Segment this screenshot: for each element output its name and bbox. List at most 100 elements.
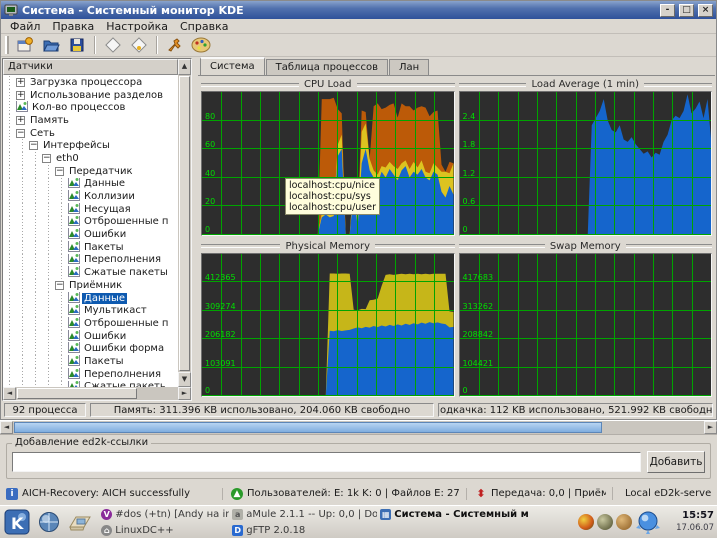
- kmenu-button[interactable]: K: [3, 508, 31, 536]
- tree-item-label[interactable]: Интерфейсы: [41, 140, 112, 151]
- tree-item[interactable]: −Приёмник: [3, 279, 178, 292]
- add-link-button[interactable]: Добавить: [647, 451, 705, 473]
- maximize-button[interactable]: □: [679, 4, 694, 17]
- scroll-down-arrow-icon[interactable]: ▼: [178, 372, 191, 387]
- task-linuxdc[interactable]: ⌂ LinuxDC++: [98, 522, 229, 538]
- tree-item[interactable]: +Память: [3, 114, 178, 127]
- tree-item[interactable]: Пакеты: [3, 241, 178, 254]
- expand-icon[interactable]: +: [16, 116, 25, 125]
- tree-item[interactable]: Переполнения: [3, 368, 178, 381]
- tree-item[interactable]: Ошибки форма: [3, 342, 178, 355]
- menu-edit[interactable]: Правка: [47, 20, 99, 33]
- tree-item-label[interactable]: Несущая: [82, 204, 133, 215]
- tree-item-label[interactable]: Кол-во процессов: [30, 102, 127, 113]
- info-icon[interactable]: i: [6, 488, 18, 500]
- ed2k-link-input[interactable]: [12, 452, 641, 472]
- collapse-icon[interactable]: −: [29, 141, 38, 150]
- open-button[interactable]: [39, 35, 63, 56]
- tree-item-label[interactable]: Переполнения: [82, 369, 163, 380]
- save-button[interactable]: [65, 35, 89, 56]
- toolbar-handle[interactable]: [5, 36, 9, 54]
- style-button[interactable]: [189, 35, 213, 56]
- tray-icon-ball[interactable]: [578, 514, 594, 530]
- vertical-scrollbar[interactable]: ▼: [178, 75, 191, 387]
- tab-process-table[interactable]: Таблица процессов: [266, 59, 388, 75]
- tree-item-label[interactable]: Ошибки: [82, 331, 128, 342]
- tree-item-label[interactable]: Пакеты: [82, 242, 126, 253]
- tree-item-label[interactable]: Сеть: [28, 128, 57, 139]
- tree-item-label[interactable]: Ошибки: [82, 229, 128, 240]
- menu-help[interactable]: Справка: [175, 20, 233, 33]
- amule-horizontal-scrollbar[interactable]: ◄ ►: [0, 421, 717, 435]
- tray-icon-kde-large[interactable]: [635, 509, 661, 535]
- tab-system[interactable]: Система: [200, 57, 265, 75]
- close-button[interactable]: ×: [698, 4, 713, 17]
- tree-item[interactable]: Отброшенные п: [3, 317, 178, 330]
- scrollbar-thumb[interactable]: [14, 422, 602, 433]
- tree-item[interactable]: +Загрузка процессора: [3, 76, 178, 89]
- tree-item[interactable]: +Использование разделов: [3, 89, 178, 102]
- scroll-left-arrow-icon[interactable]: ◄: [0, 421, 13, 434]
- tree-item-label[interactable]: Ошибки форма: [82, 343, 166, 354]
- tree-item-label[interactable]: Отброшенные п: [82, 216, 170, 227]
- expand-icon[interactable]: +: [16, 78, 25, 87]
- tree-item[interactable]: Переполнения: [3, 254, 178, 267]
- tree-item[interactable]: Кол-во процессов: [3, 101, 178, 114]
- physical-memory-chart[interactable]: 0103091206182309274412365: [201, 253, 455, 398]
- tree-item-label[interactable]: Сжатые пакеты: [82, 267, 170, 278]
- scrollbar-thumb[interactable]: [17, 388, 137, 399]
- tree-item[interactable]: Данные: [3, 292, 178, 305]
- collapse-icon[interactable]: −: [55, 167, 64, 176]
- tree-item-label[interactable]: Передатчик: [67, 166, 135, 177]
- task-gftp[interactable]: D gFTP 2.0.18: [229, 522, 377, 538]
- scrollbar-thumb[interactable]: [179, 76, 190, 371]
- worksheet-cell-button[interactable]: [101, 35, 125, 56]
- tree-item-label[interactable]: Переполнения: [82, 254, 163, 265]
- tree-item[interactable]: Ошибки: [3, 228, 178, 241]
- tree-item[interactable]: −eth0: [3, 152, 178, 165]
- tree-item-label[interactable]: Коллизии: [82, 191, 137, 202]
- tree-item-label[interactable]: Данные: [82, 293, 127, 304]
- new-worksheet-button[interactable]: [13, 35, 37, 56]
- load-average-chart[interactable]: 00.61.21.82.4: [459, 91, 713, 236]
- browser-launcher[interactable]: [35, 508, 63, 536]
- tree-item-label[interactable]: Загрузка процессора: [28, 77, 144, 88]
- tree-item[interactable]: Коллизии: [3, 190, 178, 203]
- tray-icon-penguin[interactable]: [597, 514, 613, 530]
- scroll-right-arrow-icon[interactable]: ►: [178, 387, 191, 400]
- tree-item-label[interactable]: Отброшенные п: [82, 318, 170, 329]
- titlebar[interactable]: Система - Системный монитор KDE - □ ×: [1, 1, 716, 19]
- task-ksysguard[interactable]: ▦ Система - Системный м: [377, 506, 537, 522]
- cpu-load-chart[interactable]: localhost:cpu/nice localhost:cpu/sys loc…: [201, 91, 455, 236]
- tree-item-label[interactable]: Мультикаст: [82, 305, 149, 316]
- tree-item[interactable]: Пакеты: [3, 355, 178, 368]
- collapse-icon[interactable]: −: [55, 281, 64, 290]
- menu-file[interactable]: Файл: [5, 20, 45, 33]
- tray-icon-bird[interactable]: [616, 514, 632, 530]
- menu-settings[interactable]: Настройка: [101, 20, 173, 33]
- task-kvirc[interactable]: V #dos (+tn) [Andy на irc.ca: [98, 506, 229, 522]
- tab-lan[interactable]: Лан: [389, 59, 429, 75]
- tree-item[interactable]: Отброшенные п: [3, 216, 178, 229]
- tree-item-label[interactable]: Память: [28, 115, 71, 126]
- scroll-up-arrow-icon[interactable]: ▲: [178, 59, 191, 75]
- minimize-button[interactable]: -: [660, 4, 675, 17]
- task-amule[interactable]: a aMule 2.1.1 -- Up: 0,0 | Dow: [229, 506, 377, 522]
- configure-button[interactable]: [163, 35, 187, 56]
- tree-item-label[interactable]: Данные: [82, 178, 127, 189]
- collapse-icon[interactable]: −: [16, 129, 25, 138]
- scroll-right-arrow-icon[interactable]: ►: [704, 421, 717, 434]
- tree-item[interactable]: Данные: [3, 178, 178, 191]
- desktop-launcher[interactable]: [67, 508, 95, 536]
- tree-item-label[interactable]: Использование разделов: [28, 90, 165, 101]
- tree-item-label[interactable]: Приёмник: [67, 280, 124, 291]
- worksheet-cell-alt-button[interactable]: [127, 35, 151, 56]
- tree-item-label[interactable]: eth0: [54, 153, 81, 164]
- tree-item[interactable]: Несущая: [3, 203, 178, 216]
- tree-item[interactable]: Сжатые пакеты: [3, 266, 178, 279]
- tree-item[interactable]: −Интерфейсы: [3, 139, 178, 152]
- swap-memory-chart[interactable]: 0104421208842313262417683: [459, 253, 713, 398]
- tree-item[interactable]: −Передатчик: [3, 165, 178, 178]
- sensor-column-header[interactable]: Датчики: [3, 59, 178, 75]
- tree-item[interactable]: Мультикаст: [3, 304, 178, 317]
